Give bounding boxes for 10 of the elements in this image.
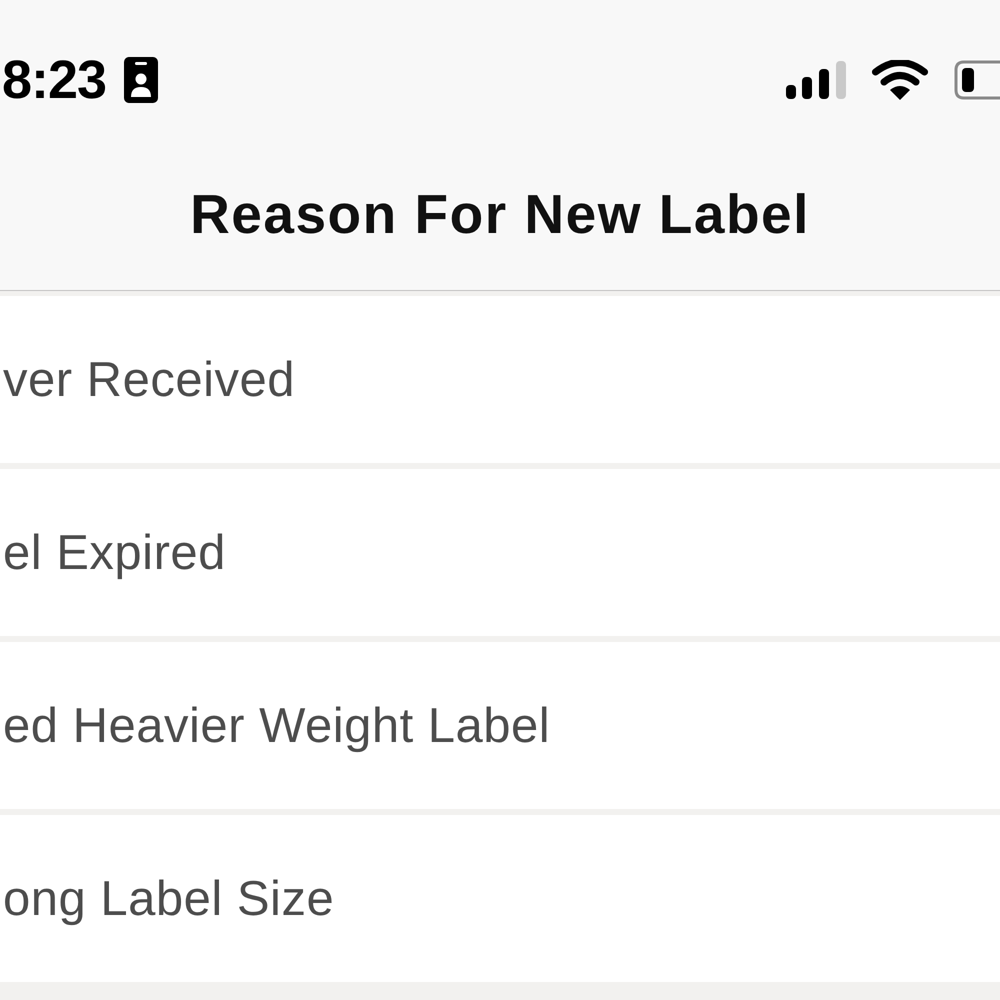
signal-icon [786, 61, 846, 99]
reason-option[interactable]: el Expired [0, 469, 1000, 636]
reason-option[interactable]: ver Received [0, 296, 1000, 463]
id-badge-icon [124, 57, 158, 103]
reason-option[interactable]: ed Heavier Weight Label [0, 642, 1000, 809]
reason-option[interactable]: ong Label Size [0, 815, 1000, 982]
wifi-icon [872, 60, 928, 100]
screen-title: Reason For New Label [190, 182, 810, 246]
status-time: 8:23 [2, 49, 106, 111]
battery-icon [954, 60, 1000, 100]
